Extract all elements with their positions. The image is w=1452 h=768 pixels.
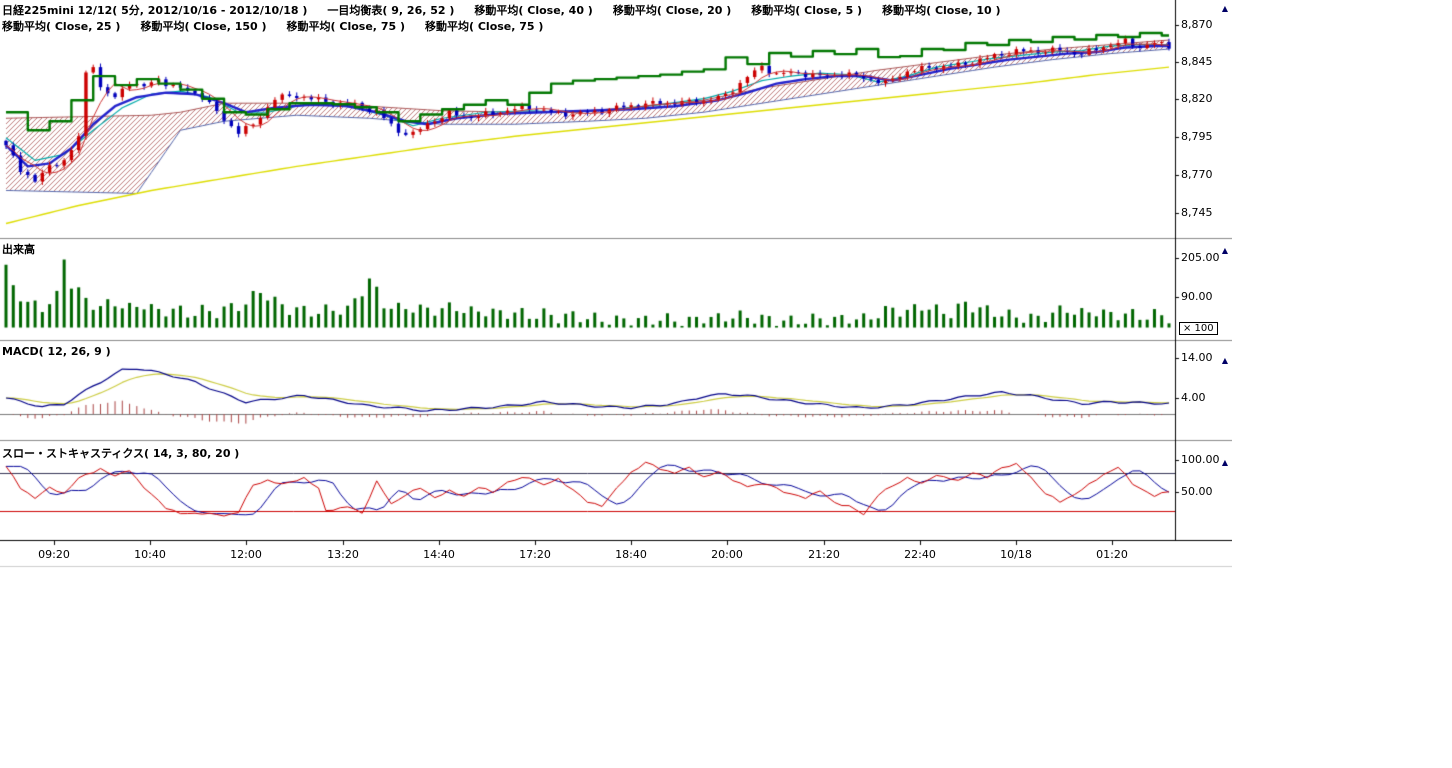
indicator-header-row-1: 日経225mini 12/12( 5分, 2012/10/16 - 2012/1… <box>2 2 1001 18</box>
indicator-ma20: 移動平均( Close, 20 ) <box>613 2 731 18</box>
time-axis-label: 20:00 <box>699 548 755 561</box>
time-axis-label: 10/18 <box>988 548 1044 561</box>
time-axis-label: 17:20 <box>507 548 563 561</box>
indicator-ma75: 移動平均( Close, 75 ) <box>287 18 405 34</box>
stoch-axis-scroll-up-button[interactable]: ▲ <box>1220 458 1230 468</box>
macd-axis-label: 4.00 <box>1181 391 1206 404</box>
time-axis-label: 09:20 <box>26 548 82 561</box>
time-axis-label: 22:40 <box>892 548 948 561</box>
volume-axis-scroll-up-button[interactable]: ▲ <box>1220 246 1230 256</box>
chart-application-window: 日経225mini 12/12( 5分, 2012/10/16 - 2012/1… <box>0 0 1452 768</box>
price-axis-label: 8,845 <box>1181 55 1213 68</box>
chart-canvas[interactable] <box>0 0 1232 570</box>
indicator-ma40: 移動平均( Close, 40 ) <box>474 2 592 18</box>
price-axis-label: 8,745 <box>1181 206 1213 219</box>
indicator-ma5: 移動平均( Close, 5 ) <box>751 2 862 18</box>
macd-axis-scroll-up-button[interactable]: ▲ <box>1220 356 1230 366</box>
price-axis-label: 8,820 <box>1181 92 1213 105</box>
price-axis-scroll-up-button[interactable]: ▲ <box>1220 4 1230 14</box>
time-axis-label: 12:00 <box>218 548 274 561</box>
volume-multiplier-badge: × 100 <box>1179 322 1218 335</box>
price-axis-label: 8,795 <box>1181 130 1213 143</box>
stoch-axis-label: 50.00 <box>1181 485 1213 498</box>
macd-pane-label: MACD( 12, 26, 9 ) <box>2 345 111 358</box>
price-axis-label: 8,770 <box>1181 168 1213 181</box>
volume-axis-label: 205.00 <box>1181 251 1220 264</box>
indicator-ma75-2: 移動平均( Close, 75 ) <box>425 18 543 34</box>
indicator-header-row-2: 移動平均( Close, 25 ) 移動平均( Close, 150 ) 移動平… <box>2 18 543 34</box>
volume-axis-label: 90.00 <box>1181 290 1213 303</box>
macd-axis-label: 14.00 <box>1181 351 1213 364</box>
volume-pane-label: 出来高 <box>2 241 35 257</box>
time-axis-label: 18:40 <box>603 548 659 561</box>
time-axis-label: 14:40 <box>411 548 467 561</box>
indicator-ma10: 移動平均( Close, 10 ) <box>882 2 1000 18</box>
chart-title: 日経225mini 12/12( 5分, 2012/10/16 - 2012/1… <box>2 2 307 18</box>
stochastics-pane-label: スロー・ストキャスティクス( 14, 3, 80, 20 ) <box>2 445 239 461</box>
stoch-axis-label: 100.00 <box>1181 453 1220 466</box>
time-axis-label: 10:40 <box>122 548 178 561</box>
price-axis-label: 8,870 <box>1181 18 1213 31</box>
indicator-ichimoku: 一目均衡表( 9, 26, 52 ) <box>327 2 454 18</box>
time-axis-label: 13:20 <box>315 548 371 561</box>
indicator-ma25: 移動平均( Close, 25 ) <box>2 18 120 34</box>
time-axis-label: 01:20 <box>1084 548 1140 561</box>
time-axis-label: 21:20 <box>796 548 852 561</box>
indicator-ma150: 移動平均( Close, 150 ) <box>140 18 266 34</box>
